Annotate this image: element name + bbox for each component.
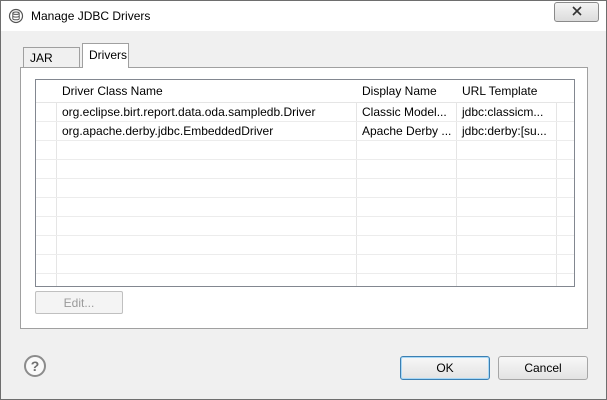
display-name-cell: Apache Derby ... [362, 124, 452, 138]
database-icon [8, 8, 24, 24]
empty-row [36, 217, 574, 236]
dialog-window: Manage JDBC Drivers JAR Files Drivers Dr… [0, 0, 607, 400]
empty-row [36, 141, 574, 160]
cancel-button[interactable]: Cancel [498, 356, 588, 380]
empty-row [36, 160, 574, 179]
tab-drivers[interactable]: Drivers [82, 43, 129, 68]
empty-row [36, 198, 574, 217]
url-template-cell: jdbc:classicm... [462, 105, 544, 119]
column-header-driver-class-name[interactable]: Driver Class Name [56, 80, 356, 103]
help-icon[interactable]: ? [24, 355, 46, 377]
tab-jar-files[interactable]: JAR Files [23, 47, 80, 85]
empty-row [36, 255, 574, 274]
empty-row [36, 236, 574, 255]
drivers-table[interactable]: Driver Class Name Display Name URL Templ… [35, 79, 575, 287]
close-icon [571, 5, 582, 19]
title-bar[interactable]: Manage JDBC Drivers [1, 1, 606, 31]
display-name-cell: Classic Model... [362, 105, 447, 119]
driver-class-name-cell: org.eclipse.birt.report.data.oda.sampled… [62, 105, 316, 119]
url-template-cell: jdbc:derby:[su... [462, 124, 547, 138]
table-header: Driver Class Name Display Name URL Templ… [36, 80, 574, 103]
empty-row [36, 179, 574, 198]
tab-panel-drivers: Driver Class Name Display Name URL Templ… [20, 67, 588, 329]
ok-button[interactable]: OK [400, 356, 490, 380]
column-header-display-name[interactable]: Display Name [356, 80, 456, 103]
driver-class-name-cell: org.apache.derby.jdbc.EmbeddedDriver [62, 124, 274, 138]
edit-button[interactable]: Edit... [35, 291, 123, 314]
table-row[interactable]: org.eclipse.birt.report.data.oda.sampled… [36, 103, 574, 122]
window-title: Manage JDBC Drivers [31, 9, 151, 23]
column-header-url-template[interactable]: URL Template [456, 80, 556, 103]
close-button[interactable] [554, 2, 599, 22]
table-row[interactable]: org.apache.derby.jdbc.EmbeddedDriver Apa… [36, 122, 574, 141]
